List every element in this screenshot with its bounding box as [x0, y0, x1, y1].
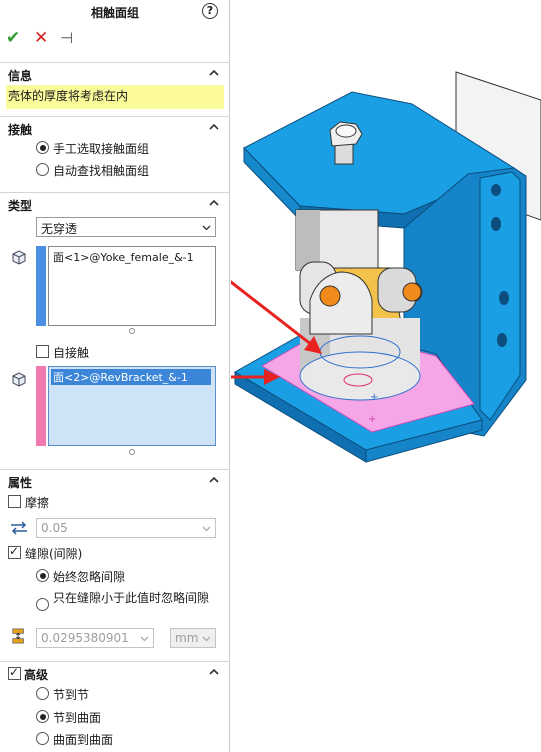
radio-label: 自动查找相触面组 — [53, 164, 150, 178]
chevron-down-icon — [202, 225, 211, 231]
type-header-label: 类型 — [8, 199, 33, 213]
gap-unit-select[interactable]: mm — [170, 628, 216, 648]
gap-value-input[interactable]: 0.0295380901 — [36, 628, 154, 648]
set2-color-bar — [36, 366, 46, 446]
pin-icon[interactable]: ⊣ — [60, 28, 73, 48]
chevron-up-icon[interactable] — [208, 474, 220, 486]
radio-button[interactable] — [36, 141, 49, 154]
set1-face-list[interactable]: 面<1>@Yoke_female_&-1 — [48, 246, 216, 326]
upper-shaft[interactable] — [295, 209, 379, 271]
contact-header-label: 接触 — [8, 123, 33, 137]
gap-icon — [12, 628, 24, 644]
friction-value-input[interactable]: 0.05 — [36, 518, 216, 538]
chevron-down-icon — [202, 526, 211, 532]
checkbox[interactable] — [8, 544, 21, 559]
checkbox[interactable] — [36, 345, 49, 358]
type-section-header[interactable]: 类型 — [0, 192, 230, 214]
bolt-hole — [491, 217, 501, 231]
advanced-header-label: 高级 — [24, 668, 49, 682]
face-icon — [12, 250, 26, 265]
graphics-area[interactable]: + + — [231, 0, 541, 752]
radio-button[interactable] — [36, 163, 49, 176]
list-item[interactable]: 面<2>@RevBracket_&-1 — [51, 369, 211, 385]
title-bar: 相触面组 ? — [0, 0, 230, 24]
radio-button[interactable] — [36, 687, 49, 700]
bolt-hole — [491, 184, 501, 196]
input-value: 0.05 — [41, 521, 68, 535]
chevron-down-icon — [202, 636, 211, 642]
checkbox-label: 缝隙(间隙) — [25, 547, 83, 561]
advanced-checkbox[interactable] — [8, 665, 21, 680]
radio-label: 节到节 — [53, 688, 90, 702]
chevron-up-icon[interactable] — [208, 666, 220, 678]
svg-text:+: + — [368, 414, 376, 425]
select-value: mm — [175, 631, 199, 645]
radio-button[interactable] — [36, 598, 49, 611]
radio-button[interactable] — [36, 732, 49, 745]
radio-ignore-gap-if-less[interactable]: 只在缝隙小于此值时忽略间隙 — [36, 590, 222, 622]
resize-grip[interactable] — [129, 328, 135, 334]
face-icon — [12, 372, 26, 387]
svg-text:+: + — [370, 392, 378, 403]
chevron-up-icon[interactable] — [208, 67, 220, 79]
chevron-down-icon — [140, 636, 149, 642]
checkbox[interactable] — [8, 495, 21, 508]
info-section-header[interactable]: 信息 — [0, 62, 230, 84]
info-message: 壳体的厚度将考虑在内 — [6, 85, 224, 109]
input-value: 0.0295380901 — [41, 631, 129, 645]
property-manager: 相触面组 ? ✔ ✕ ⊣ 信息 壳体的厚度将考虑在内 接触 手工选取接触面组 自… — [0, 0, 230, 752]
help-icon[interactable]: ? — [202, 3, 218, 19]
radio-label: 只在缝隙小于此值时忽略间隙 — [53, 591, 210, 605]
set1-color-bar — [36, 246, 46, 326]
radio-label: 手工选取接触面组 — [53, 142, 150, 156]
radio-label: 曲面到曲面 — [53, 733, 114, 747]
checkbox-label: 摩擦 — [25, 496, 50, 510]
bolt-hole — [497, 333, 507, 347]
list-item[interactable]: 面<1>@Yoke_female_&-1 — [51, 249, 196, 265]
ok-button[interactable]: ✔ — [6, 28, 20, 48]
panel-title: 相触面组 — [90, 6, 139, 20]
contact-type-select[interactable]: 无穿透 — [36, 217, 216, 237]
chevron-up-icon[interactable] — [208, 121, 220, 133]
set2-face-list[interactable]: 面<2>@RevBracket_&-1 — [48, 366, 216, 446]
radio-label: 始终忽略间隙 — [53, 570, 126, 584]
checkbox-label: 自接触 — [53, 346, 90, 360]
properties-header-label: 属性 — [8, 476, 33, 490]
chevron-up-icon[interactable] — [208, 197, 220, 209]
friction-icon — [11, 521, 27, 535]
radio-button[interactable] — [36, 710, 49, 723]
bolt-hole — [499, 291, 509, 305]
contact-section-header[interactable]: 接触 — [0, 116, 230, 138]
radio-button[interactable] — [36, 569, 49, 582]
info-header-label: 信息 — [8, 69, 33, 83]
properties-section-header[interactable]: 属性 — [0, 469, 230, 491]
advanced-section-header[interactable]: 高级 — [0, 661, 230, 683]
radio-label: 节到曲面 — [53, 711, 102, 725]
select-value: 无穿透 — [41, 222, 78, 236]
cancel-button[interactable]: ✕ — [34, 28, 48, 48]
resize-grip[interactable] — [129, 449, 135, 455]
